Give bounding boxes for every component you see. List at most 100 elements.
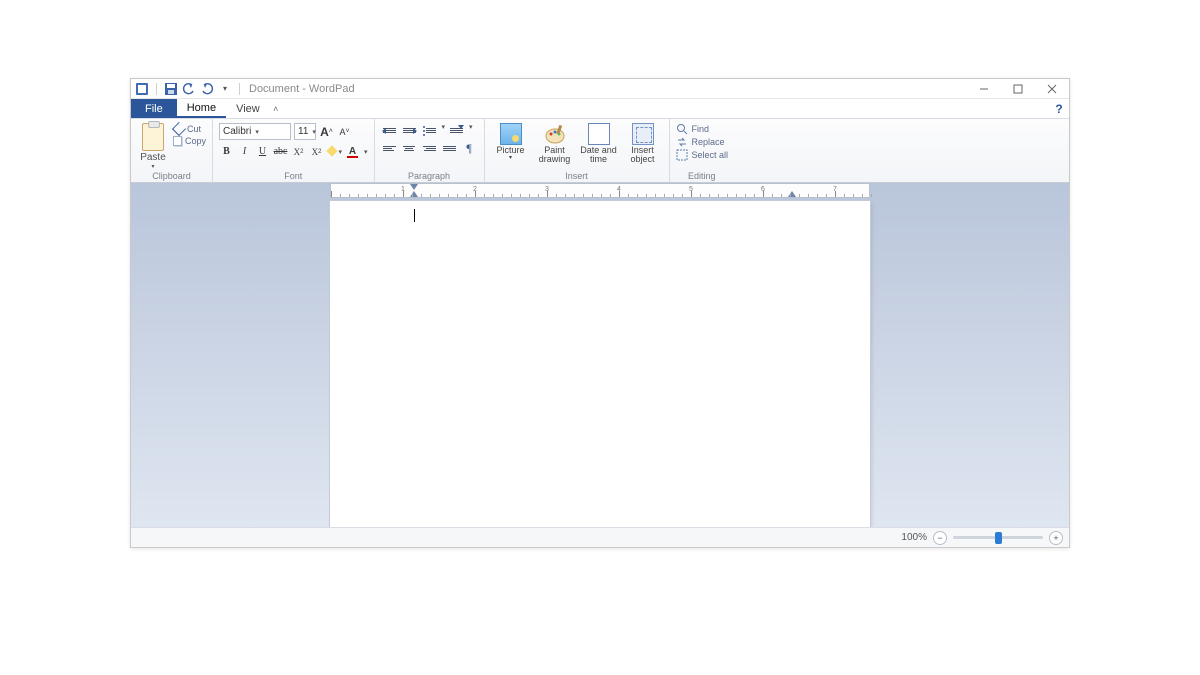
- minimize-button[interactable]: [967, 79, 1001, 99]
- ribbon: Paste ▾ Cut Copy Clipboard: [131, 119, 1069, 183]
- subscript-button[interactable]: X2: [291, 144, 306, 159]
- ruler-scale: 1234567: [330, 183, 870, 198]
- bold-button[interactable]: B: [219, 144, 234, 159]
- find-button[interactable]: Find: [676, 123, 729, 135]
- insert-object-label: Insert object: [623, 146, 663, 165]
- copy-icon: [173, 136, 182, 146]
- copy-label: Copy: [185, 136, 206, 146]
- window-title: Document - WordPad: [249, 83, 355, 95]
- quick-access-toolbar: ▾: [131, 82, 243, 96]
- undo-icon[interactable]: [182, 82, 196, 96]
- window-controls: [967, 79, 1069, 99]
- underline-button[interactable]: U: [255, 144, 270, 159]
- superscript-button[interactable]: X2: [309, 144, 324, 159]
- font-name-value: Calibri: [223, 126, 251, 137]
- line-spacing-button[interactable]: [448, 123, 465, 138]
- select-all-icon: [676, 149, 688, 161]
- chevron-down-icon[interactable]: ▾: [442, 123, 446, 138]
- qat-separator: [156, 83, 157, 95]
- increase-indent-button[interactable]: [401, 123, 418, 138]
- select-all-button[interactable]: Select all: [676, 149, 729, 161]
- cut-button[interactable]: Cut: [173, 123, 206, 134]
- status-bar: 100% − +: [131, 527, 1069, 547]
- chevron-down-icon: ▾: [509, 155, 512, 161]
- group-label-paragraph: Paragraph: [408, 171, 450, 182]
- group-label-insert: Insert: [565, 171, 588, 182]
- redo-icon[interactable]: [200, 82, 214, 96]
- font-color-swatch: [347, 156, 358, 158]
- zoom-slider[interactable]: [953, 536, 1043, 539]
- workspace: 1234567: [131, 183, 1069, 527]
- strikethrough-button[interactable]: abc: [273, 144, 288, 159]
- insert-paint-button[interactable]: Paint drawing: [535, 123, 575, 165]
- ribbon-tabs: File Home View ˄ ?: [131, 99, 1069, 119]
- wordpad-window: ▾ Document - WordPad File Home View ˄ ? …: [130, 78, 1070, 548]
- cut-label: Cut: [187, 124, 201, 134]
- font-size-combo[interactable]: 11 ▾: [294, 123, 316, 140]
- tab-view[interactable]: View: [226, 99, 270, 118]
- tab-home[interactable]: Home: [177, 99, 226, 118]
- highlight-button[interactable]: ▾: [327, 144, 342, 159]
- align-justify-button[interactable]: [441, 141, 458, 156]
- chevron-down-icon[interactable]: ▾: [469, 123, 473, 138]
- group-font: Calibri ▾ 11 ▾ A˄ A˅ B I U abc X2: [213, 119, 375, 182]
- insert-date-button[interactable]: Date and time: [579, 123, 619, 165]
- shrink-font-button[interactable]: A˅: [337, 124, 352, 139]
- select-all-label: Select all: [692, 150, 729, 160]
- picture-icon: [500, 123, 522, 145]
- qat-customize-icon[interactable]: ▾: [218, 82, 232, 96]
- tab-file[interactable]: File: [131, 99, 177, 118]
- chevron-down-icon: ▾: [255, 128, 259, 136]
- replace-label: Replace: [692, 137, 725, 147]
- grow-font-button[interactable]: A˄: [319, 124, 334, 139]
- app-icon: [135, 82, 149, 96]
- chevron-down-icon: ▾: [339, 148, 343, 156]
- insert-object-button[interactable]: Insert object: [623, 123, 663, 165]
- zoom-in-button[interactable]: +: [1049, 531, 1063, 545]
- zoom-level-label: 100%: [901, 532, 927, 543]
- align-left-button[interactable]: [381, 141, 398, 156]
- calendar-icon: [588, 123, 610, 145]
- align-center-button[interactable]: [401, 141, 418, 156]
- help-icon[interactable]: ?: [1049, 99, 1069, 118]
- paste-label: Paste: [140, 152, 166, 163]
- title-bar: ▾ Document - WordPad: [131, 79, 1069, 99]
- decrease-indent-button[interactable]: [381, 123, 398, 138]
- page-area: [131, 199, 1069, 527]
- cut-icon: [173, 123, 184, 134]
- replace-icon: [676, 136, 688, 148]
- insert-picture-button[interactable]: Picture ▾: [491, 123, 531, 162]
- insert-picture-label: Picture: [497, 146, 525, 155]
- paste-icon: [142, 123, 164, 151]
- chevron-down-icon[interactable]: ▾: [364, 148, 368, 156]
- close-button[interactable]: [1035, 79, 1069, 99]
- document-page[interactable]: [330, 201, 870, 527]
- zoom-out-button[interactable]: −: [933, 531, 947, 545]
- paste-dropdown-icon[interactable]: ▾: [151, 163, 154, 170]
- zoom-slider-thumb[interactable]: [995, 532, 1002, 544]
- font-size-value: 11: [298, 126, 308, 137]
- group-paragraph: ▾ ▾ ¶ Paragraph: [375, 119, 485, 182]
- maximize-button[interactable]: [1001, 79, 1035, 99]
- ribbon-collapse-icon[interactable]: ˄: [270, 99, 282, 118]
- bullet-list-button[interactable]: [421, 123, 438, 138]
- insert-paint-label: Paint drawing: [535, 146, 575, 165]
- group-label-editing: Editing: [688, 171, 716, 182]
- copy-button[interactable]: Copy: [173, 136, 206, 146]
- horizontal-ruler[interactable]: 1234567: [131, 183, 1069, 199]
- save-icon[interactable]: [164, 82, 178, 96]
- replace-button[interactable]: Replace: [676, 136, 729, 148]
- align-right-button[interactable]: [421, 141, 438, 156]
- chevron-down-icon: ▾: [312, 128, 316, 136]
- paragraph-dialog-button[interactable]: ¶: [461, 141, 478, 156]
- paste-button[interactable]: Paste ▾: [137, 123, 169, 170]
- qat-separator-2: [239, 83, 240, 95]
- group-clipboard: Paste ▾ Cut Copy Clipboard: [131, 119, 213, 182]
- insert-date-label: Date and time: [579, 146, 619, 165]
- font-name-combo[interactable]: Calibri ▾: [219, 123, 291, 140]
- object-icon: [632, 123, 654, 145]
- text-cursor: [414, 209, 415, 222]
- group-label-font: Font: [284, 171, 302, 182]
- font-color-button[interactable]: A: [345, 144, 360, 159]
- italic-button[interactable]: I: [237, 144, 252, 159]
